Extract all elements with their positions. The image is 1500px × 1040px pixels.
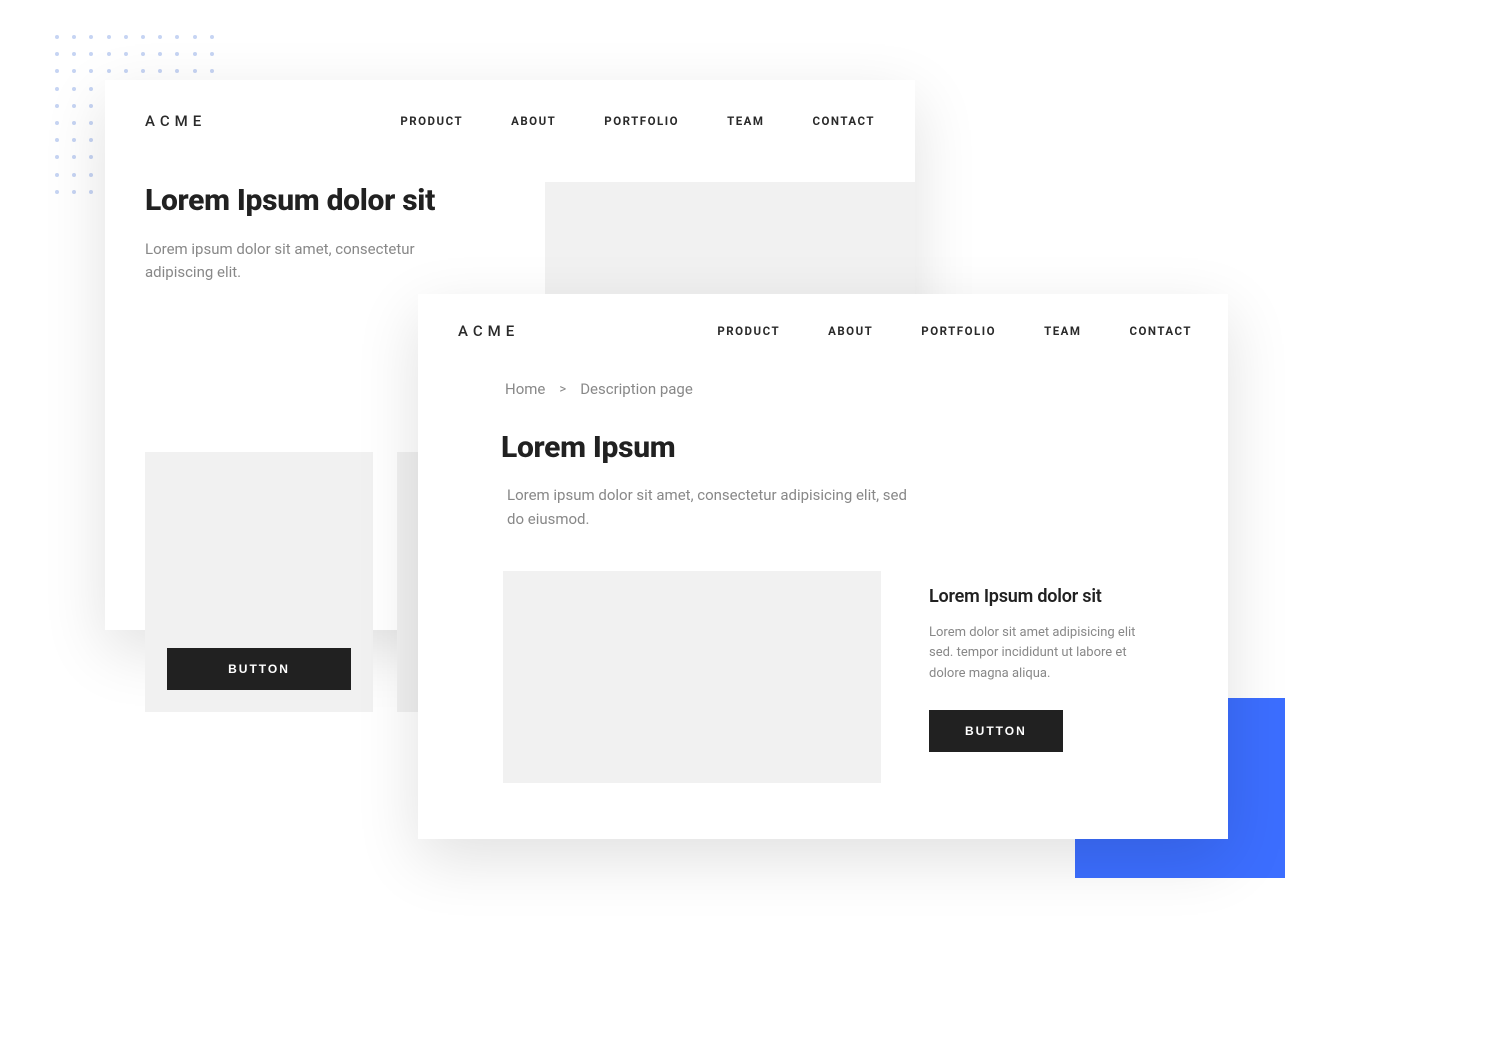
detail-text: Lorem Ipsum dolor sit Lorem dolor sit am… bbox=[929, 571, 1192, 783]
breadcrumb: Home > Description page bbox=[505, 380, 1192, 398]
detail-title: Lorem Ipsum dolor sit bbox=[929, 585, 1192, 609]
logo[interactable]: ACME bbox=[458, 322, 519, 340]
page-title: Lorem Ipsum bbox=[501, 430, 1192, 465]
detail-body: Lorem dolor sit amet adipisicing elit se… bbox=[929, 623, 1159, 683]
detail-section: Lorem Ipsum dolor sit Lorem dolor sit am… bbox=[503, 571, 1192, 783]
breadcrumb-home[interactable]: Home bbox=[505, 380, 545, 398]
feature-button[interactable]: BUTTON bbox=[167, 648, 351, 690]
detail-image-placeholder bbox=[503, 571, 881, 783]
nav-link-about[interactable]: ABOUT bbox=[828, 324, 873, 338]
hero-title: Lorem Ipsum dolor sit bbox=[145, 182, 485, 220]
nav-link-about[interactable]: ABOUT bbox=[511, 114, 556, 128]
nav-link-portfolio[interactable]: PORTFOLIO bbox=[604, 114, 679, 128]
hero-subtitle: Lorem ipsum dolor sit amet, consectetur … bbox=[145, 238, 485, 285]
nav-link-team[interactable]: TEAM bbox=[1044, 324, 1081, 338]
logo[interactable]: ACME bbox=[145, 112, 206, 130]
nav-link-contact[interactable]: CONTACT bbox=[1129, 324, 1192, 338]
feature-card: BUTTON bbox=[145, 452, 373, 712]
nav-links: PRODUCT ABOUT PORTFOLIO TEAM CONTACT bbox=[400, 114, 875, 128]
breadcrumb-current: Description page bbox=[580, 380, 693, 398]
nav-bar: ACME PRODUCT ABOUT PORTFOLIO TEAM CONTAC… bbox=[145, 112, 875, 130]
nav-links: PRODUCT ABOUT PORTFOLIO TEAM CONTACT bbox=[717, 324, 1192, 338]
nav-link-portfolio[interactable]: PORTFOLIO bbox=[921, 324, 996, 338]
page-subtitle: Lorem ipsum dolor sit amet, consectetur … bbox=[507, 483, 927, 531]
nav-link-product[interactable]: PRODUCT bbox=[717, 324, 780, 338]
detail-button[interactable]: BUTTON bbox=[929, 710, 1063, 752]
nav-link-contact[interactable]: CONTACT bbox=[812, 114, 875, 128]
wireframe-card-detail: ACME PRODUCT ABOUT PORTFOLIO TEAM CONTAC… bbox=[418, 294, 1228, 839]
nav-link-team[interactable]: TEAM bbox=[727, 114, 764, 128]
nav-bar: ACME PRODUCT ABOUT PORTFOLIO TEAM CONTAC… bbox=[458, 322, 1192, 340]
chevron-right-icon: > bbox=[559, 382, 566, 397]
nav-link-product[interactable]: PRODUCT bbox=[400, 114, 463, 128]
